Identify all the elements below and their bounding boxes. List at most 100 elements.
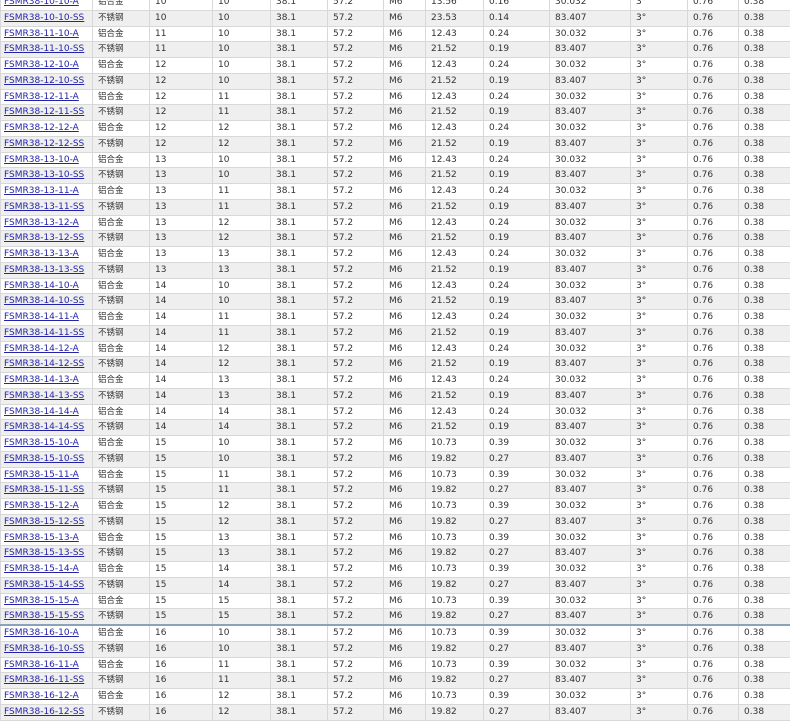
material-cell: 不锈钢 xyxy=(92,545,150,562)
part-number-cell: FSMR38-16-10-SS xyxy=(0,640,93,658)
part-number-link[interactable]: FSMR38-16-12-SS xyxy=(4,707,84,717)
part-number-link[interactable]: FSMR38-16-10-A xyxy=(4,628,79,638)
length-cell: 57.2 xyxy=(327,261,384,279)
part-number-cell: FSMR38-11-10-A xyxy=(0,25,93,43)
part-number-link[interactable]: FSMR38-15-13-SS xyxy=(4,548,84,558)
part-number-link[interactable]: FSMR38-15-10-SS xyxy=(4,454,84,464)
part-number-link[interactable]: FSMR38-13-12-SS xyxy=(4,233,84,243)
thread-cell: M6 xyxy=(383,356,426,373)
part-number-link[interactable]: FSMR38-11-10-SS xyxy=(4,44,84,54)
size-b-cell: 12 xyxy=(212,703,271,721)
weight-cell: 19.82 xyxy=(425,545,484,562)
weight-cell: 12.43 xyxy=(425,183,484,200)
part-number-link[interactable]: FSMR38-15-14-A xyxy=(4,564,79,574)
stiffness-cell: 30.032 xyxy=(549,88,631,106)
misalignment-cell: 3° xyxy=(630,88,688,106)
size-a-cell: 12 xyxy=(149,104,213,121)
size-b-cell: 11 xyxy=(212,482,271,499)
thread-cell: M6 xyxy=(383,545,426,562)
part-number-link[interactable]: FSMR38-12-12-A xyxy=(4,123,79,133)
size-a-cell: 15 xyxy=(149,608,213,626)
material-cell: 不锈钢 xyxy=(92,324,150,342)
part-number-link[interactable]: FSMR38-14-13-A xyxy=(4,375,79,385)
diameter-cell: 38.1 xyxy=(270,104,328,121)
misalignment-cell: 3° xyxy=(630,482,688,499)
part-number-link[interactable]: FSMR38-16-12-A xyxy=(4,691,79,701)
part-number-link[interactable]: FSMR38-12-11-A xyxy=(4,92,79,102)
part-number-link[interactable]: FSMR38-16-11-SS xyxy=(4,675,84,685)
part-number-link[interactable]: FSMR38-14-12-A xyxy=(4,344,79,354)
thread-cell: M6 xyxy=(383,623,426,642)
size-b-cell: 12 xyxy=(212,120,271,137)
size-b-cell: 14 xyxy=(212,561,271,578)
thread-cell: M6 xyxy=(383,561,426,578)
part-number-link[interactable]: FSMR38-10-10-SS xyxy=(4,13,84,23)
part-number-link[interactable]: FSMR38-12-12-SS xyxy=(4,139,84,149)
part-number-link[interactable]: FSMR38-15-12-A xyxy=(4,501,79,511)
misalignment-cell: 3° xyxy=(630,576,688,594)
part-number-link[interactable]: FSMR38-14-10-A xyxy=(4,281,79,291)
material-cell: 不锈钢 xyxy=(92,482,150,499)
part-number-link[interactable]: FSMR38-14-14-A xyxy=(4,407,79,417)
part-number-link[interactable]: FSMR38-13-11-A xyxy=(4,186,79,196)
part-number-link[interactable]: FSMR38-15-12-SS xyxy=(4,517,84,527)
length-cell: 57.2 xyxy=(327,608,384,626)
misalignment-cell: 3° xyxy=(630,529,688,547)
part-number-link[interactable]: FSMR38-12-10-SS xyxy=(4,76,84,86)
stiffness-cell: 30.032 xyxy=(549,246,631,263)
part-number-link[interactable]: FSMR38-14-10-SS xyxy=(4,296,84,306)
part-number-link[interactable]: FSMR38-10-10-A xyxy=(4,0,79,7)
value-k-cell: 0.76 xyxy=(687,230,739,247)
part-number-link[interactable]: FSMR38-13-13-A xyxy=(4,249,79,259)
part-number-link[interactable]: FSMR38-14-13-SS xyxy=(4,391,84,401)
table-row: FSMR38-15-12-A 铝合金 15 12 38.1 57.2 M6 10.73 0.39… xyxy=(0,498,790,515)
weight-cell: 19.82 xyxy=(425,672,484,689)
part-number-link[interactable]: FSMR38-13-10-SS xyxy=(4,170,84,180)
part-number-link[interactable]: FSMR38-15-11-SS xyxy=(4,485,84,495)
part-number-link[interactable]: FSMR38-13-11-SS xyxy=(4,202,84,212)
misalignment-cell: 3° xyxy=(630,561,688,578)
torque-cell: 0.39 xyxy=(483,592,550,610)
material-cell: 铝合金 xyxy=(92,57,150,74)
part-number-link[interactable]: FSMR38-14-11-A xyxy=(4,312,79,322)
part-number-cell: FSMR38-10-10-A xyxy=(0,0,93,11)
part-number-link[interactable]: FSMR38-13-10-A xyxy=(4,155,79,165)
part-number-link[interactable]: FSMR38-15-15-A xyxy=(4,596,79,606)
torque-cell: 0.27 xyxy=(483,640,550,658)
misalignment-cell: 3° xyxy=(630,324,688,342)
size-b-cell: 10 xyxy=(212,151,271,169)
weight-cell: 12.43 xyxy=(425,151,484,169)
size-a-cell: 12 xyxy=(149,88,213,106)
size-a-cell: 16 xyxy=(149,656,213,674)
part-number-link[interactable]: FSMR38-14-14-SS xyxy=(4,422,84,432)
stiffness-cell: 30.032 xyxy=(549,277,631,295)
part-number-link[interactable]: FSMR38-15-11-A xyxy=(4,470,79,480)
part-number-link[interactable]: FSMR38-15-10-A xyxy=(4,438,79,448)
part-number-link[interactable]: FSMR38-14-11-SS xyxy=(4,328,84,338)
part-number-cell: FSMR38-15-12-SS xyxy=(0,513,93,531)
part-number-link[interactable]: FSMR38-15-13-A xyxy=(4,533,79,543)
weight-cell: 10.73 xyxy=(425,561,484,578)
diameter-cell: 38.1 xyxy=(270,198,328,216)
part-number-link[interactable]: FSMR38-15-14-SS xyxy=(4,580,84,590)
part-number-link[interactable]: FSMR38-16-11-A xyxy=(4,660,79,670)
part-number-link[interactable]: FSMR38-12-11-SS xyxy=(4,107,84,117)
table-row: FSMR38-14-13-SS 不锈钢 14 13 38.1 57.2 M6 21.52 0.1… xyxy=(0,387,790,405)
part-number-link[interactable]: FSMR38-16-10-SS xyxy=(4,644,84,654)
part-number-link[interactable]: FSMR38-12-10-A xyxy=(4,60,79,70)
part-number-link[interactable]: FSMR38-15-15-SS xyxy=(4,611,84,621)
stiffness-cell: 30.032 xyxy=(549,120,631,137)
part-number-link[interactable]: FSMR38-13-13-SS xyxy=(4,265,84,275)
misalignment-cell: 3° xyxy=(630,41,688,58)
length-cell: 57.2 xyxy=(327,656,384,674)
size-a-cell: 12 xyxy=(149,57,213,74)
value-k-cell: 0.76 xyxy=(687,372,739,389)
part-number-cell: FSMR38-14-12-SS xyxy=(0,356,93,373)
size-b-cell: 13 xyxy=(212,529,271,547)
stiffness-cell: 30.032 xyxy=(549,340,631,358)
size-b-cell: 13 xyxy=(212,261,271,279)
part-number-link[interactable]: FSMR38-13-12-A xyxy=(4,218,79,228)
thread-cell: M6 xyxy=(383,703,426,721)
part-number-link[interactable]: FSMR38-11-10-A xyxy=(4,29,79,39)
part-number-link[interactable]: FSMR38-14-12-SS xyxy=(4,359,84,369)
